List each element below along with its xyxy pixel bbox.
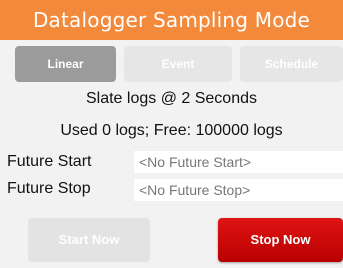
future-start-label: Future Start <box>7 153 92 170</box>
datalogger-sampling-mode-screen: Datalogger Sampling Mode Linear Event Sc… <box>0 0 343 268</box>
tab-schedule[interactable]: Schedule <box>240 46 343 82</box>
page-title: Datalogger Sampling Mode <box>0 0 343 40</box>
stop-now-button[interactable]: Stop Now <box>218 218 343 262</box>
future-stop-label: Future Stop <box>7 180 91 197</box>
future-stop-field[interactable]: <No Future Stop> <box>134 179 343 201</box>
log-usage-text: Used 0 logs; Free: 100000 logs <box>60 122 283 139</box>
sampling-interval-text: Slate logs @ 2 Seconds <box>85 90 257 107</box>
future-start-field[interactable]: <No Future Start> <box>134 151 343 173</box>
start-now-button[interactable]: Start Now <box>28 218 150 262</box>
tab-linear[interactable]: Linear <box>15 46 116 82</box>
tab-event[interactable]: Event <box>124 46 232 82</box>
